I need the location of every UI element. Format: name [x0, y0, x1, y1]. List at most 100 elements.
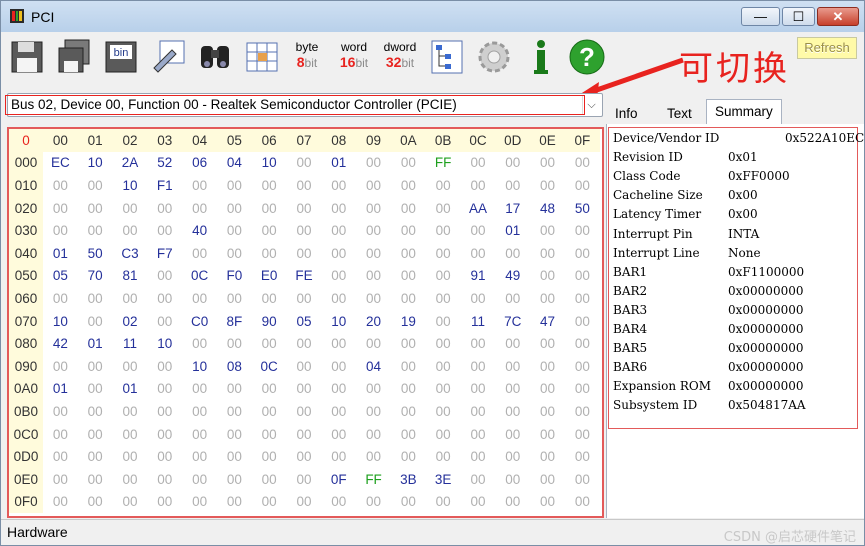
- hex-cell[interactable]: 90: [252, 310, 287, 333]
- hex-cell[interactable]: 00: [321, 197, 356, 220]
- hex-cell[interactable]: 00: [356, 445, 391, 468]
- hex-cell[interactable]: 00: [321, 219, 356, 242]
- hex-cell[interactable]: 00: [43, 445, 78, 468]
- hex-cell[interactable]: 00: [147, 378, 182, 401]
- hex-cell[interactable]: 00: [78, 310, 113, 333]
- hex-cell[interactable]: 10: [321, 310, 356, 333]
- hex-cell[interactable]: 11: [113, 332, 148, 355]
- hex-cell[interactable]: 00: [182, 378, 217, 401]
- hex-cell[interactable]: 00: [356, 197, 391, 220]
- hex-cell[interactable]: 00: [426, 219, 461, 242]
- hex-cell[interactable]: 00: [287, 332, 322, 355]
- save-all-button[interactable]: [56, 38, 92, 76]
- hex-cell[interactable]: 00: [321, 378, 356, 401]
- hex-cell[interactable]: 00: [461, 219, 496, 242]
- hex-cell[interactable]: 00: [530, 423, 565, 446]
- hex-cell[interactable]: 00: [252, 174, 287, 197]
- hex-cell[interactable]: 0C: [252, 355, 287, 378]
- save-bin-button[interactable]: bin: [103, 38, 139, 76]
- hex-cell[interactable]: 00: [182, 197, 217, 220]
- hex-cell[interactable]: 00: [461, 332, 496, 355]
- hex-cell[interactable]: 00: [182, 468, 217, 491]
- hex-cell[interactable]: 00: [495, 423, 530, 446]
- hex-cell[interactable]: 00: [113, 219, 148, 242]
- hex-cell[interactable]: 00: [530, 242, 565, 265]
- hex-cell[interactable]: 00: [461, 378, 496, 401]
- hex-cell[interactable]: 00: [495, 242, 530, 265]
- hex-cell[interactable]: 2A: [113, 152, 148, 175]
- tree-view-button[interactable]: [429, 38, 465, 76]
- hex-cell[interactable]: 05: [43, 265, 78, 288]
- hex-cell[interactable]: E0: [252, 265, 287, 288]
- hex-cell[interactable]: 00: [356, 423, 391, 446]
- hex-cell[interactable]: 00: [565, 423, 600, 446]
- hex-cell[interactable]: 00: [391, 197, 426, 220]
- hex-cell[interactable]: 00: [426, 491, 461, 514]
- hex-cell[interactable]: 00: [495, 152, 530, 175]
- hex-cell[interactable]: 00: [252, 423, 287, 446]
- hex-cell[interactable]: 00: [217, 219, 252, 242]
- hex-cell[interactable]: 00: [461, 423, 496, 446]
- hex-cell[interactable]: 00: [182, 242, 217, 265]
- hex-cell[interactable]: EC: [43, 152, 78, 175]
- hex-cell[interactable]: 00: [461, 242, 496, 265]
- hex-cell[interactable]: 00: [287, 197, 322, 220]
- hex-cell[interactable]: 08: [217, 355, 252, 378]
- hex-cell[interactable]: 00: [530, 445, 565, 468]
- hex-cell[interactable]: 00: [78, 400, 113, 423]
- hex-cell[interactable]: 00: [356, 174, 391, 197]
- hex-cell[interactable]: 04: [217, 152, 252, 175]
- edit-button[interactable]: [150, 38, 186, 76]
- hex-cell[interactable]: 00: [321, 423, 356, 446]
- hex-cell[interactable]: 00: [321, 445, 356, 468]
- hex-cell[interactable]: 00: [461, 174, 496, 197]
- hex-cell[interactable]: 00: [113, 197, 148, 220]
- hex-cell[interactable]: 0F: [321, 468, 356, 491]
- hex-cell[interactable]: 00: [565, 174, 600, 197]
- hex-cell[interactable]: 20: [356, 310, 391, 333]
- tab-summary[interactable]: Summary: [706, 99, 782, 125]
- hex-cell[interactable]: 00: [43, 468, 78, 491]
- hex-cell[interactable]: 00: [182, 445, 217, 468]
- hex-cell[interactable]: 00: [113, 423, 148, 446]
- tab-info[interactable]: Info: [606, 101, 647, 125]
- hex-cell[interactable]: 10: [147, 332, 182, 355]
- hex-cell[interactable]: 00: [356, 400, 391, 423]
- hex-cell[interactable]: 00: [530, 219, 565, 242]
- hex-cell[interactable]: 00: [78, 378, 113, 401]
- hex-cell[interactable]: 8F: [217, 310, 252, 333]
- hex-cell[interactable]: 00: [147, 468, 182, 491]
- hex-cell[interactable]: 00: [565, 400, 600, 423]
- hex-cell[interactable]: 50: [78, 242, 113, 265]
- hex-cell[interactable]: 00: [217, 197, 252, 220]
- hex-cell[interactable]: 00: [391, 219, 426, 242]
- hex-cell[interactable]: 01: [113, 378, 148, 401]
- hex-cell[interactable]: 00: [565, 265, 600, 288]
- hex-cell[interactable]: 00: [426, 332, 461, 355]
- hex-cell[interactable]: 7C: [495, 310, 530, 333]
- hex-cell[interactable]: 00: [391, 332, 426, 355]
- hex-cell[interactable]: 00: [147, 219, 182, 242]
- tab-text[interactable]: Text: [658, 101, 701, 125]
- hex-cell[interactable]: 00: [565, 445, 600, 468]
- hex-cell[interactable]: 00: [321, 400, 356, 423]
- hex-cell[interactable]: 10: [252, 152, 287, 175]
- hex-cell[interactable]: 00: [426, 265, 461, 288]
- hex-cell[interactable]: 00: [321, 242, 356, 265]
- dword-mode-button[interactable]: dword 32bit: [378, 40, 422, 71]
- hex-cell[interactable]: 00: [252, 400, 287, 423]
- hex-cell[interactable]: 00: [356, 265, 391, 288]
- find-button[interactable]: [197, 38, 233, 76]
- hex-cell[interactable]: 00: [461, 400, 496, 423]
- hex-cell[interactable]: 00: [287, 174, 322, 197]
- hex-cell[interactable]: 00: [391, 378, 426, 401]
- hex-cell[interactable]: 00: [252, 491, 287, 514]
- hex-cell[interactable]: 00: [530, 355, 565, 378]
- hex-cell[interactable]: 00: [530, 174, 565, 197]
- hex-cell[interactable]: 00: [321, 355, 356, 378]
- hex-cell[interactable]: 01: [78, 332, 113, 355]
- hex-cell[interactable]: 00: [252, 242, 287, 265]
- hex-cell[interactable]: 02: [113, 310, 148, 333]
- hex-cell[interactable]: 00: [78, 468, 113, 491]
- hex-cell[interactable]: 00: [321, 332, 356, 355]
